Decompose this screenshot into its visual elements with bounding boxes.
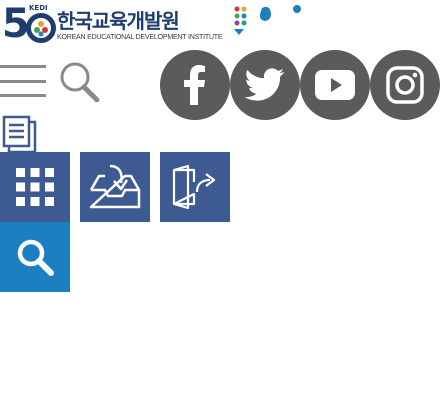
search-icon [60,62,100,103]
logo-title-en: KOREAN EDUCATIONAL DEVELOPMENT INSTITUTE [57,34,223,41]
instagram-link[interactable] [370,50,440,120]
logout-button[interactable] [160,152,230,222]
facebook-icon [184,65,205,105]
documents-icon [2,115,37,154]
all-menu-button[interactable] [0,152,70,222]
hamburger-menu-icon-bar [0,65,46,68]
facebook-link[interactable] [160,50,230,120]
grid-icon [16,168,54,206]
youtube-icon [315,70,355,100]
door-exit-icon [172,164,216,210]
site-logo[interactable]: 5 KEDI 한국교육개발원 KOREAN EDUCATIONAL DEVELO… [2,4,302,46]
logo-number: 5 [2,1,30,47]
logo-text: 한국교육개발원 KOREAN EDUCATIONAL DEVELOPMENT I… [57,9,237,42]
search-open-button[interactable] [0,222,70,292]
sitemap-button[interactable] [1,114,39,154]
hamburger-menu-icon-bar [0,79,46,83]
logo-zero-icon [26,13,56,43]
logo-title-kr: 한국교육개발원 [57,9,180,33]
twitter-icon [245,68,285,101]
search-button[interactable] [58,60,100,103]
inbox-download-icon [89,164,141,209]
logo-decoration-icon [234,5,301,35]
instagram-icon [386,66,424,104]
logo-emblem: 5 KEDI [2,4,56,46]
logo-tag: KEDI [29,4,48,12]
hamburger-menu-icon-bar [0,94,46,97]
menu-button[interactable] [0,65,46,97]
twitter-link[interactable] [230,50,300,120]
download-button[interactable] [80,152,150,222]
youtube-link[interactable] [300,50,370,120]
search-icon [17,239,54,276]
